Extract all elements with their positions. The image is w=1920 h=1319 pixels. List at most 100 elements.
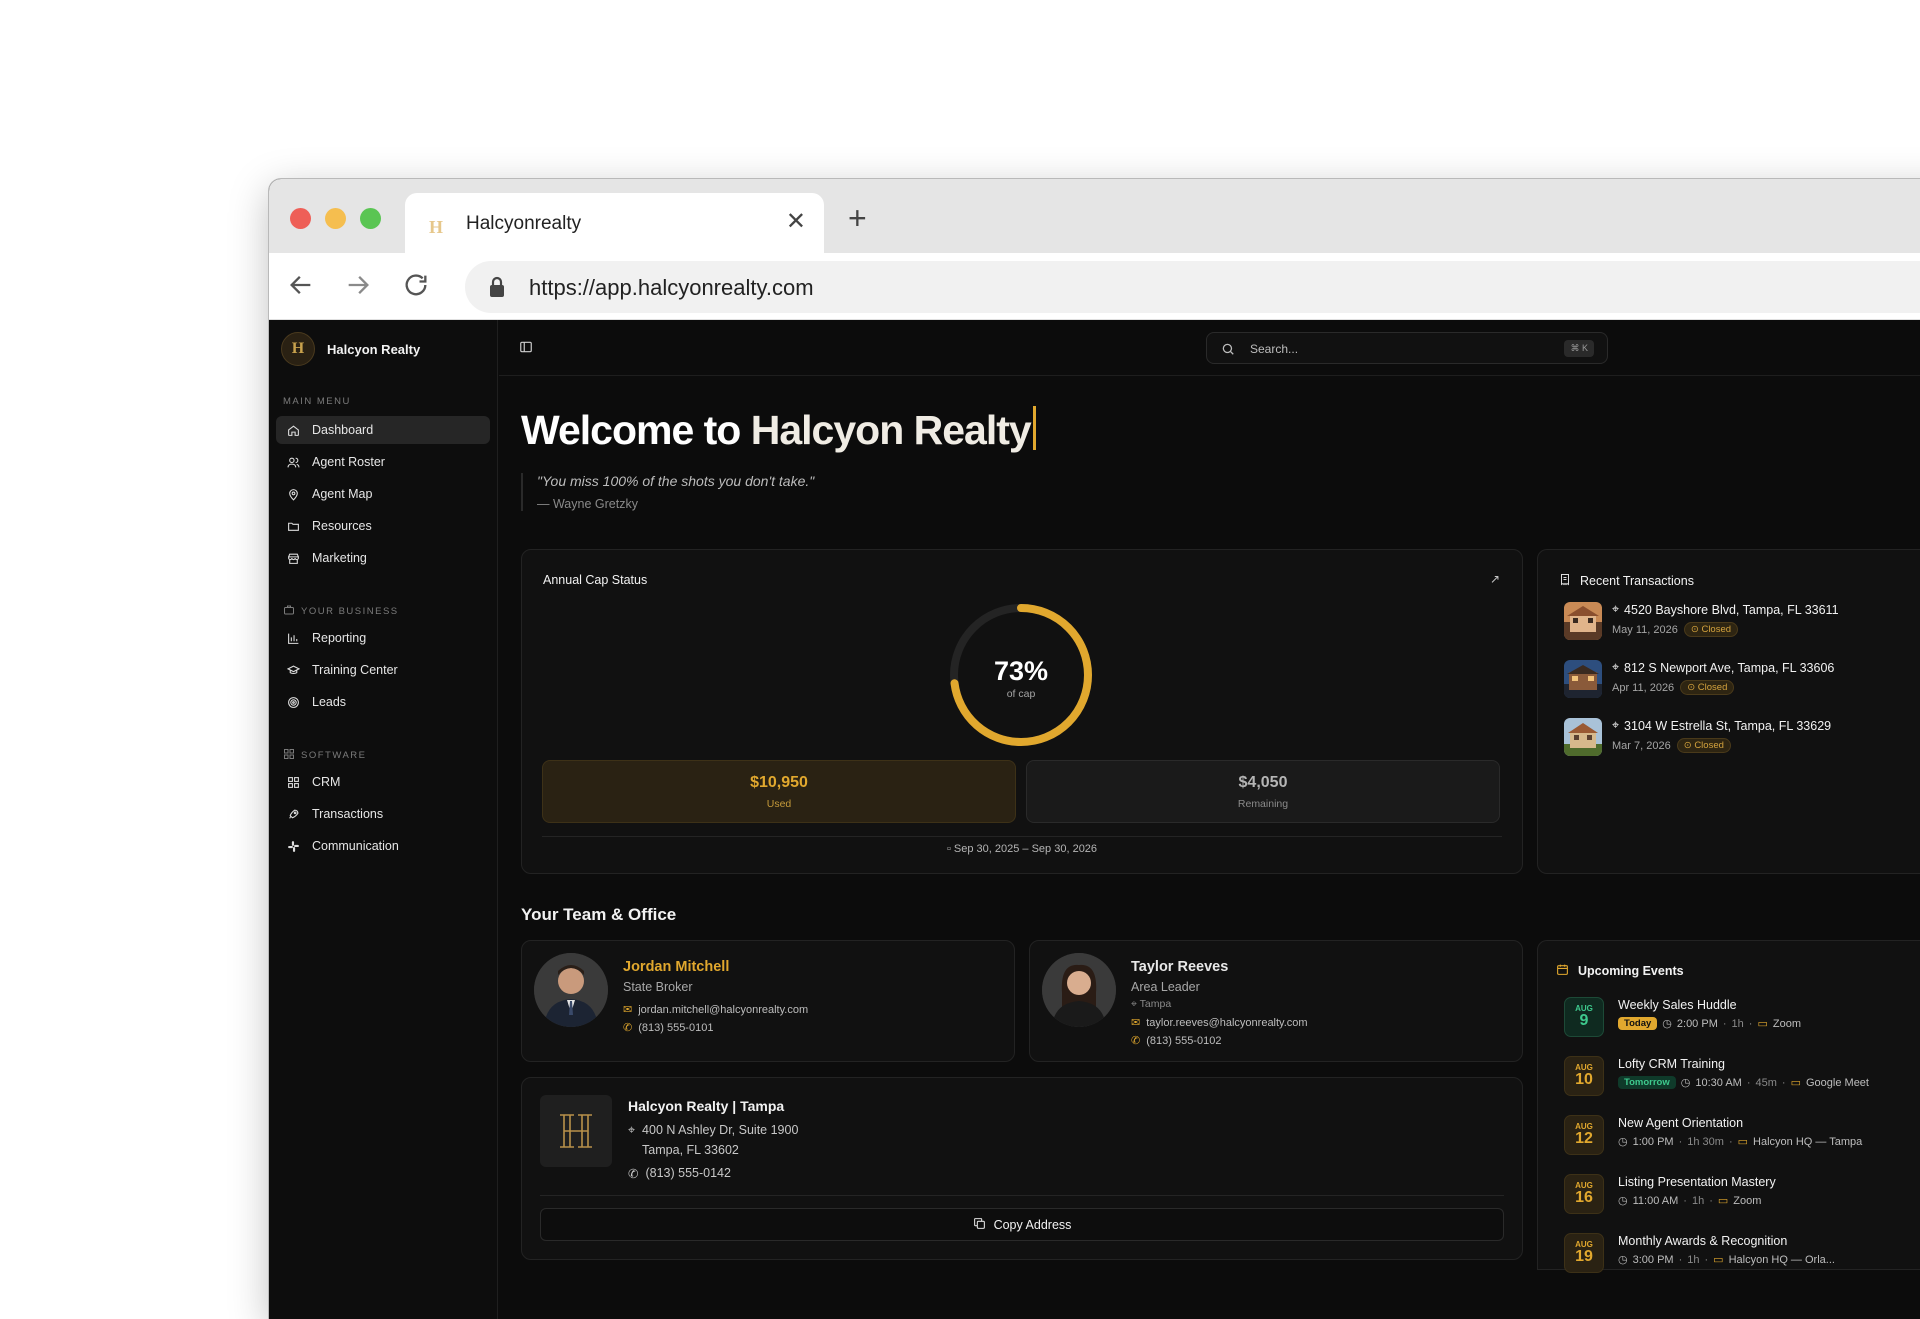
person-card[interactable]: Taylor Reeves Area Leader ⌖ Tampa ✉ taylo… (1029, 940, 1523, 1062)
office-card: Halcyon Realty | Tampa ⌖ 400 N Ashley Dr… (521, 1077, 1523, 1260)
sidebar-item-communication[interactable]: Communication (276, 832, 490, 860)
copy-address-button[interactable]: Copy Address (540, 1208, 1504, 1241)
forward-icon[interactable] (343, 271, 373, 301)
sidebar-item-label: CRM (312, 775, 341, 789)
event-row[interactable]: AUG 9 Weekly Sales Huddle Today ◷ 2:00 PM · 1… (1564, 997, 1801, 1037)
page-title: Welcome to Halcyon Realty (521, 406, 1036, 454)
status-badge: ⊙ Closed (1683, 622, 1739, 637)
map-pin-icon (286, 487, 300, 501)
sidebar-item-agent-map[interactable]: Agent Map (276, 480, 490, 508)
sidebar-item-agent-roster[interactable]: Agent Roster (276, 448, 490, 476)
cap-remaining-value: $4,050 (1238, 774, 1288, 791)
recent-transactions-card: Recent Transactions ⌖ 4520 Bayshore Blvd,… (1537, 549, 1920, 874)
reload-icon[interactable] (401, 271, 431, 301)
address-bar[interactable]: https://app.halcyonrealty.com (465, 261, 1920, 313)
sidebar-item-transactions[interactable]: Transactions (276, 800, 490, 828)
person-phone[interactable]: ✆ (813) 555-0102 (1131, 1034, 1308, 1048)
expand-icon[interactable]: ↗ (1490, 572, 1500, 586)
mail-icon: ✉ (623, 1004, 633, 1016)
clock-icon: ◷ (1618, 1136, 1628, 1148)
mail-icon: ✉ (1131, 1017, 1141, 1029)
cap-used-value: $10,950 (750, 774, 808, 791)
sidebar-item-crm[interactable]: CRM (276, 768, 490, 796)
transaction-row[interactable]: ⌖ 812 S Newport Ave, Tampa, FL 33606 Apr … (1564, 660, 1834, 698)
close-window-button[interactable] (290, 208, 311, 229)
search-shortcut: ⌘ K (1564, 340, 1594, 357)
sidebar-item-label: Reporting (312, 631, 367, 645)
event-name: Weekly Sales Huddle (1618, 998, 1737, 1012)
tab-bar: H Halcyonrealty ✕ + (269, 179, 1920, 255)
person-email[interactable]: ✉ taylor.reeves@halcyonrealty.com (1131, 1016, 1308, 1030)
sidebar-item-leads[interactable]: Leads (276, 688, 490, 716)
person-role: State Broker (623, 980, 693, 994)
transaction-row[interactable]: ⌖ 4520 Bayshore Blvd, Tampa, FL 33611 May… (1564, 602, 1839, 640)
sidebar-item-label: Marketing (312, 551, 367, 565)
close-tab-icon[interactable]: ✕ (786, 210, 806, 234)
new-tab-button[interactable]: + (848, 202, 867, 234)
section-your-business: YOUR BUSINESS (283, 604, 399, 619)
sidebar: H Halcyon Realty MAIN MENU Dashboard Age… (269, 320, 498, 1319)
cap-sub-label: of cap (1006, 688, 1036, 700)
event-row[interactable]: AUG 16 Listing Presentation Mastery ◷ 11:0… (1564, 1174, 1776, 1214)
target-icon (286, 695, 300, 709)
grid-icon (283, 748, 295, 763)
person-email[interactable]: ✉ jordan.mitchell@halcyonrealty.com (623, 1003, 808, 1017)
sidebar-item-training-center[interactable]: Training Center (276, 656, 490, 684)
clock-icon: ◷ (1662, 1018, 1672, 1030)
video-icon: ▭ (1717, 1195, 1729, 1207)
sidebar-item-label: Training Center (312, 663, 398, 677)
upcoming-events-card: Upcoming Events AUG 9 Weekly Sales Huddle… (1537, 940, 1920, 1273)
event-date-badge: AUG 12 (1564, 1115, 1604, 1155)
section-software: SOFTWARE (283, 748, 366, 763)
person-name: Taylor Reeves (1131, 959, 1229, 975)
event-row[interactable]: AUG 12 New Agent Orientation ◷ 1:00 PM · 1h … (1564, 1115, 1862, 1155)
office-phone[interactable]: ✆ (813) 555-0142 (628, 1166, 798, 1181)
annual-cap-card: Annual Cap Status ↗ 73% of cap $10,950 U… (521, 549, 1523, 874)
sidebar-item-label: Dashboard (312, 423, 374, 437)
property-thumbnail (1564, 660, 1602, 698)
briefcase-icon (283, 604, 295, 619)
phone-icon: ✆ (628, 1167, 639, 1181)
event-row[interactable]: AUG 19 Monthly Awards & Recognition ◷ 3:00… (1564, 1233, 1835, 1273)
minimize-window-button[interactable] (325, 208, 346, 229)
sidebar-item-marketing[interactable]: Marketing (276, 544, 490, 572)
person-card[interactable]: Jordan Mitchell State Broker ✉ jordan.mit… (521, 940, 1015, 1062)
person-phone[interactable]: ✆ (813) 555-0101 (623, 1021, 808, 1035)
sidebar-item-resources[interactable]: Resources (276, 512, 490, 540)
cap-date-range: ▫ Sep 30, 2025 – Sep 30, 2026 (946, 843, 1098, 855)
sidebar-item-label: Transactions (312, 807, 384, 821)
transaction-date: Apr 11, 2026 (1612, 681, 1675, 694)
transaction-address: 3104 W Estrella St, Tampa, FL 33629 (1624, 718, 1832, 733)
status-badge: ⊙ Closed (1680, 680, 1735, 695)
browser-toolbar: https://app.halcyonrealty.com (269, 253, 1920, 320)
browser-tab[interactable]: H Halcyonrealty ✕ (405, 193, 824, 255)
sidebar-item-dashboard[interactable]: Dashboard (276, 416, 490, 444)
back-icon[interactable] (286, 271, 316, 301)
calendar-icon: ▫ (946, 843, 951, 855)
maximize-window-button[interactable] (360, 208, 381, 229)
users-icon (286, 455, 300, 469)
avatar (1042, 953, 1116, 1027)
quote-text: "You miss 100% of the shots you don't ta… (537, 473, 815, 489)
map-pin-icon: ⌖ (1612, 660, 1620, 674)
cap-remaining-box: $4,050 Remaining (1026, 760, 1500, 823)
copy-icon (973, 1217, 986, 1233)
office-address: ⌖ 400 N Ashley Dr, Suite 1900 Tampa, FL 3… (628, 1123, 799, 1157)
sidebar-toggle-icon[interactable] (519, 340, 533, 354)
event-tag: Today (1618, 1017, 1658, 1030)
clock-icon: ◷ (1618, 1195, 1628, 1207)
video-icon: ▭ (1737, 1136, 1749, 1148)
url-text: https://app.halcyonrealty.com (529, 275, 814, 300)
sidebar-item-reporting[interactable]: Reporting (276, 624, 490, 652)
search-input[interactable]: Search... ⌘ K (1206, 332, 1608, 364)
window-controls (290, 208, 381, 229)
browser-window: H Halcyonrealty ✕ + https://app.halcyonr… (269, 179, 1920, 1319)
receipt-icon (1559, 573, 1571, 589)
transaction-row[interactable]: ⌖ 3104 W Estrella St, Tampa, FL 33629 Mar… (1564, 718, 1831, 756)
event-tag: Tomorrow (1618, 1076, 1676, 1089)
clock-icon: ◷ (1680, 1077, 1691, 1089)
brand[interactable]: H Halcyon Realty (281, 332, 420, 366)
tab-title: Halcyonrealty (466, 213, 582, 234)
quote-block: "You miss 100% of the shots you don't ta… (521, 473, 814, 511)
event-row[interactable]: AUG 10 Lofty CRM Training Tomorrow ◷ 10:30 … (1564, 1056, 1869, 1096)
